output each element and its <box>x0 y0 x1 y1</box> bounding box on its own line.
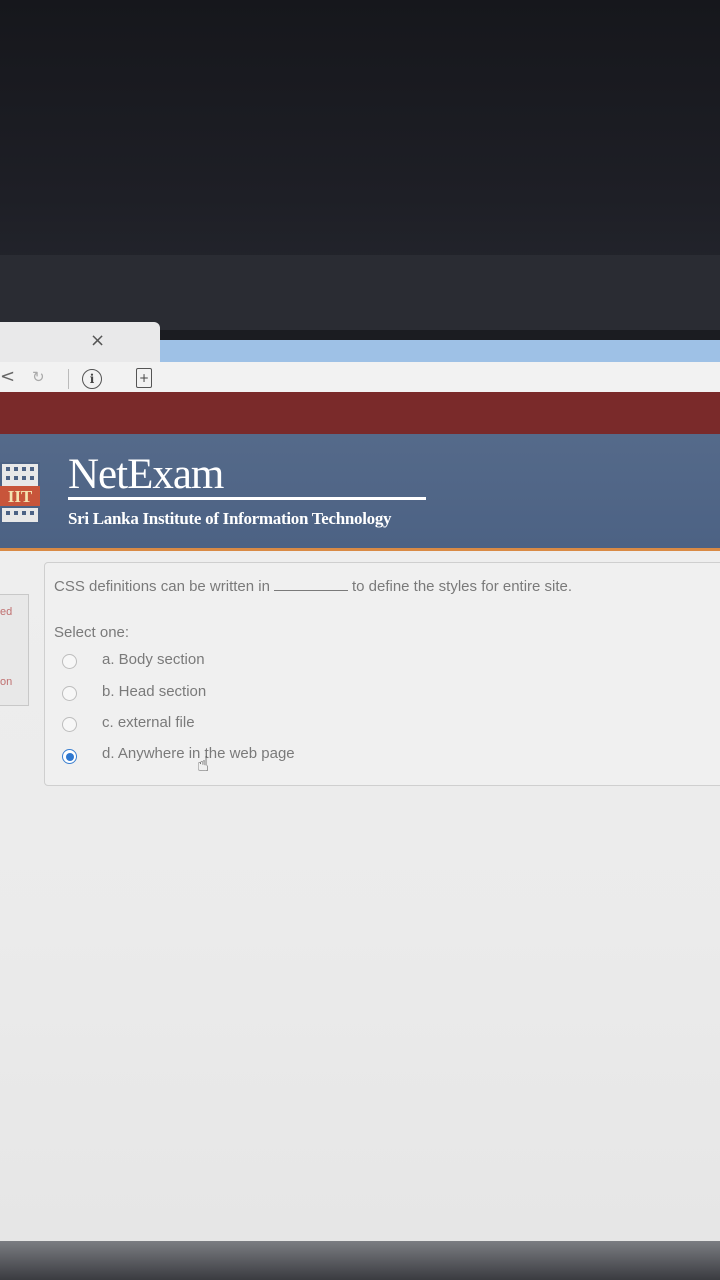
side-text-fragment: on <box>0 676 13 688</box>
close-tab-icon[interactable]: × <box>90 330 105 351</box>
question-blank <box>273 590 348 591</box>
info-icon[interactable]: i <box>82 369 102 389</box>
browser-tab-strip <box>0 255 720 330</box>
site-title: NetExam <box>68 451 224 498</box>
browser-toolbar <box>0 362 720 393</box>
sliit-logo-icon: IIT <box>0 462 40 524</box>
reload-icon[interactable]: ↻ <box>32 368 45 386</box>
browser-active-tab[interactable] <box>0 322 160 364</box>
option-c-label[interactable]: c. external file <box>102 714 195 731</box>
title-underline <box>68 497 426 500</box>
option-b-label[interactable]: b. Head section <box>102 683 206 700</box>
site-subtitle: Sri Lanka Institute of Information Techn… <box>68 509 392 528</box>
question-text-before: CSS definitions can be written in <box>54 578 270 595</box>
option-d-radio[interactable] <box>62 749 77 764</box>
select-prompt: Select one: <box>54 624 130 641</box>
option-b-radio[interactable] <box>62 686 77 701</box>
svg-text:IIT: IIT <box>8 487 33 506</box>
browser-accent-strip <box>160 340 720 362</box>
hand-pointer-icon: ☝ <box>197 752 210 776</box>
question-text: CSS definitions can be written in to defi… <box>54 578 572 595</box>
option-a-label[interactable]: a. Body section <box>102 651 205 668</box>
top-red-band <box>0 392 720 434</box>
side-text-fragment: ed <box>0 606 13 618</box>
option-c-radio[interactable] <box>62 717 77 732</box>
option-a-radio[interactable] <box>62 654 77 669</box>
monitor-bottom-bezel <box>0 1241 720 1280</box>
back-arrow-icon[interactable]: < <box>0 366 15 387</box>
question-text-after: to define the styles for entire site. <box>351 578 573 595</box>
extension-icon[interactable]: + <box>136 368 152 388</box>
toolbar-divider <box>68 369 69 389</box>
